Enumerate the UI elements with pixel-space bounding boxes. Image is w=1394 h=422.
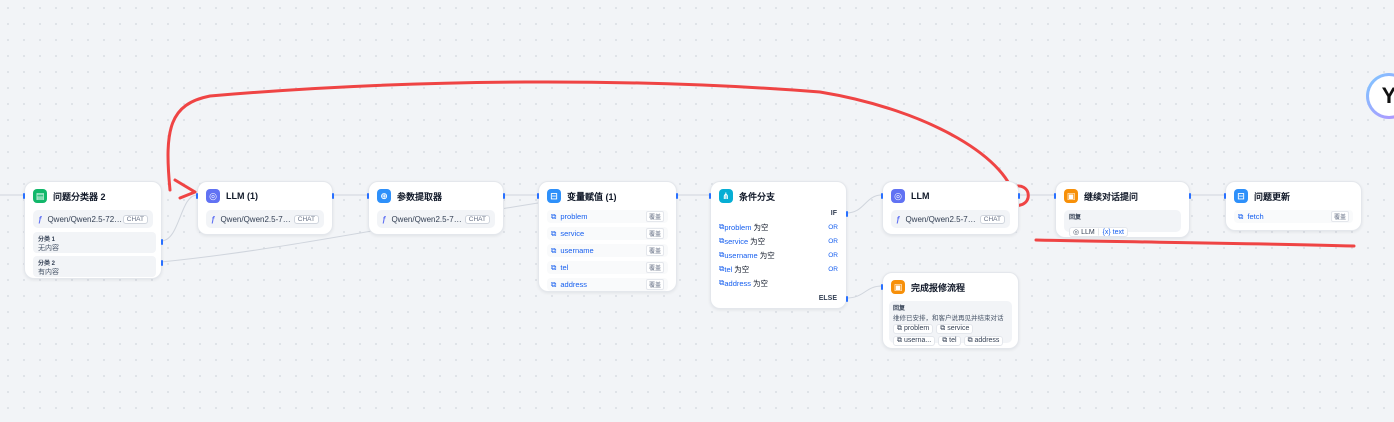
classifier-icon: ▤ <box>33 189 47 203</box>
reply-label: 回复 <box>1069 215 1082 221</box>
output-port[interactable] <box>161 260 163 266</box>
variable-icon: ⧉ <box>551 245 557 255</box>
variable-reference[interactable]: ◎ LLM | {x} text <box>1069 227 1128 237</box>
output-port[interactable] <box>332 193 334 199</box>
variable-row[interactable]: ⧉ service 覆盖 <box>547 227 668 240</box>
output-port[interactable] <box>1018 193 1020 199</box>
condition-row[interactable]: ⧉ problem 为空 OR <box>719 220 838 234</box>
variable-chip[interactable]: ⧉ problem <box>893 324 934 334</box>
node-title: 问题分类器 2 <box>53 191 106 202</box>
node-title: 完成报修流程 <box>911 282 966 293</box>
branch-icon: ⋔ <box>719 189 733 203</box>
condition-row[interactable]: ⧉ service 为空 OR <box>719 234 838 248</box>
variable-chip[interactable]: ⧉ userna... <box>893 336 936 346</box>
output-port[interactable] <box>1189 193 1191 199</box>
variable-chip[interactable]: ⧉ tel <box>938 336 961 346</box>
input-port[interactable] <box>196 193 198 199</box>
input-port[interactable] <box>367 193 369 199</box>
else-output-port[interactable] <box>846 296 848 302</box>
input-port[interactable] <box>881 193 883 199</box>
variable-row[interactable]: ⧉ tel 覆盖 <box>547 261 668 274</box>
reply-text: 维修已安排，和客户说再见并结束对话 <box>893 315 1004 322</box>
class-item[interactable]: 分类 1 无内容 <box>33 232 156 253</box>
model-icon: ƒ <box>38 214 43 224</box>
question-classifier-node[interactable]: ▤ 问题分类器 2 ƒ Qwen/Qwen2.5-72B... CHAT 分类 … <box>23 181 163 279</box>
llm-1-node[interactable]: ◎ LLM (1) ƒ Qwen/Qwen2.5-72B... CHAT <box>196 181 334 235</box>
variable-row[interactable]: ⧉ fetch 覆盖 <box>1234 210 1353 223</box>
class-item[interactable]: 分类 2 有内容 <box>33 256 156 277</box>
model-selector[interactable]: ƒ Qwen/Qwen2.5-72B... CHAT <box>377 210 495 228</box>
model-selector[interactable]: ƒ Qwen/Qwen2.5-72B... CHAT <box>891 210 1010 228</box>
else-label: ELSE <box>818 295 837 302</box>
node-title: 变量赋值 (1) <box>567 191 617 202</box>
variable-chip[interactable]: ⧉ address <box>963 336 1004 346</box>
continue-answer-node[interactable]: ▣ 继续对话提问 回复 ◎ LLM | {x} text <box>1054 181 1191 238</box>
variable-icon: ⧉ <box>551 262 557 272</box>
input-port[interactable] <box>23 193 25 199</box>
edge <box>160 194 198 242</box>
variable-icon: ⧉ <box>551 228 557 238</box>
variable-icon: ⧉ <box>551 279 557 289</box>
finish-repair-node[interactable]: ▣ 完成报修流程 回复 维修已安排，和客户说再见并结束对话 ⧉ problem … <box>881 272 1019 349</box>
node-title: LLM <box>911 191 930 201</box>
edge <box>845 285 883 299</box>
output-port[interactable] <box>161 239 163 245</box>
input-port[interactable] <box>709 193 711 199</box>
model-selector[interactable]: ƒ Qwen/Qwen2.5-72B... CHAT <box>206 210 324 228</box>
llm-node[interactable]: ◎ LLM ƒ Qwen/Qwen2.5-72B... CHAT <box>881 181 1020 235</box>
answer-icon: ▣ <box>891 280 905 294</box>
model-icon: ƒ <box>896 214 901 224</box>
node-title: 参数提取器 <box>397 191 443 202</box>
input-port[interactable] <box>537 193 539 199</box>
reply-label: 回复 <box>893 306 906 312</box>
output-port[interactable] <box>503 193 505 199</box>
question-update-node[interactable]: ⊟ 问题更新 ⧉ fetch 覆盖 <box>1224 181 1362 231</box>
llm-ref-icon: ◎ <box>1073 229 1080 236</box>
variable-chip[interactable]: ⧉ service <box>936 324 974 334</box>
annotation-underline <box>1034 238 1356 248</box>
if-output-port[interactable] <box>846 211 848 217</box>
model-selector[interactable]: ƒ Qwen/Qwen2.5-72B... CHAT <box>33 210 153 228</box>
if-else-node[interactable]: ⋔ 条件分支 IF ⧉ problem 为空 OR ⧉ service 为空 OR ⧉ … <box>709 181 848 309</box>
logo-mark-icon: Y <box>1369 76 1394 116</box>
if-label: IF <box>830 210 837 217</box>
parameter-extractor-node[interactable]: ⊕ 参数提取器 ƒ Qwen/Qwen2.5-72B... CHAT <box>367 181 505 235</box>
variable-row[interactable]: ⧉ username 覆盖 <box>547 244 668 257</box>
variable-row[interactable]: ⧉ address 覆盖 <box>547 278 668 291</box>
input-port[interactable] <box>881 284 883 290</box>
node-title: 继续对话提问 <box>1084 191 1139 202</box>
assign-icon: ⊟ <box>547 189 561 203</box>
llm-icon: ◎ <box>891 189 905 203</box>
condition-row[interactable]: ⧉ tel 为空 OR <box>719 262 838 276</box>
output-port[interactable] <box>676 193 678 199</box>
edge <box>845 194 883 214</box>
annotation-arrowhead <box>173 178 197 200</box>
llm-icon: ◎ <box>206 189 220 203</box>
variable-assigner-node[interactable]: ⊟ 变量赋值 (1) ⧉ problem 覆盖 ⧉ service 覆盖 ⧉ userna… <box>537 181 678 292</box>
answer-icon: ▣ <box>1064 189 1078 203</box>
condition-row[interactable]: ⧉ username 为空 OR <box>719 248 838 262</box>
input-port[interactable] <box>1224 193 1226 199</box>
assign-icon: ⊟ <box>1234 189 1248 203</box>
node-title: 条件分支 <box>739 191 776 202</box>
input-port[interactable] <box>1054 193 1056 199</box>
node-title: LLM (1) <box>226 191 258 201</box>
model-icon: ƒ <box>211 214 216 224</box>
node-title: 问题更新 <box>1254 191 1291 202</box>
variable-icon: ⧉ <box>551 211 557 221</box>
variable-row[interactable]: ⧉ problem 覆盖 <box>547 210 668 223</box>
condition-row[interactable]: ⧉ address 为空 <box>719 276 838 290</box>
extractor-icon: ⊕ <box>377 189 391 203</box>
variable-icon: ⧉ <box>1238 211 1244 221</box>
model-icon: ƒ <box>382 214 387 224</box>
